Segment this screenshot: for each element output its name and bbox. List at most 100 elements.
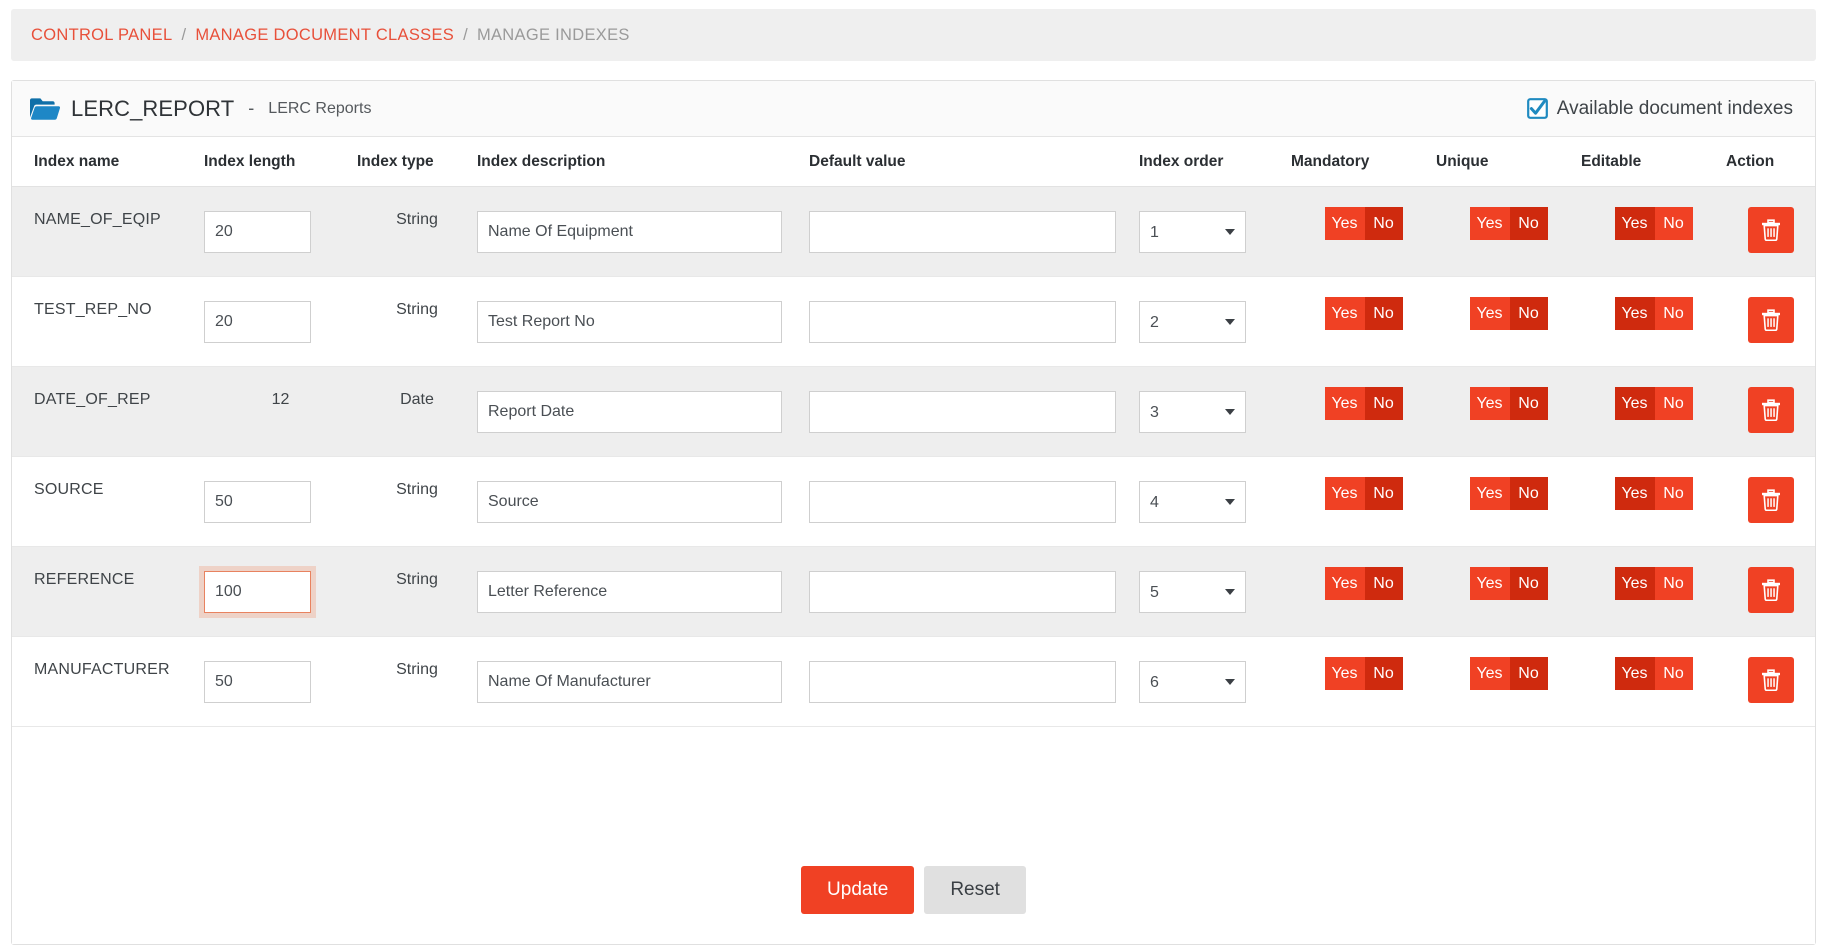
mandatory-no-button[interactable]: No <box>1364 207 1403 240</box>
index-order-select-wrapper[interactable]: 123456 <box>1139 661 1246 703</box>
unique-yes-button[interactable]: Yes <box>1469 387 1510 420</box>
index-length-input[interactable] <box>204 571 311 613</box>
mandatory-toggle[interactable]: Yes No <box>1324 387 1403 420</box>
editable-no-button[interactable]: No <box>1654 387 1693 420</box>
breadcrumb-item-manage-document-classes[interactable]: MANAGE DOCUMENT CLASSES <box>195 26 454 45</box>
unique-toggle[interactable]: Yes No <box>1469 477 1548 510</box>
editable-no-button[interactable]: No <box>1654 477 1693 510</box>
index-description-input[interactable] <box>477 481 782 523</box>
mandatory-yes-button[interactable]: Yes <box>1324 207 1365 240</box>
mandatory-no-button[interactable]: No <box>1364 477 1403 510</box>
editable-toggle[interactable]: Yes No <box>1614 297 1693 330</box>
default-value-input[interactable] <box>809 661 1116 703</box>
unique-yes-button[interactable]: Yes <box>1469 657 1510 690</box>
mandatory-yes-button[interactable]: Yes <box>1324 387 1365 420</box>
unique-toggle[interactable]: Yes No <box>1469 297 1548 330</box>
editable-no-button[interactable]: No <box>1654 207 1693 240</box>
mandatory-toggle[interactable]: Yes No <box>1324 477 1403 510</box>
editable-no-button[interactable]: No <box>1654 657 1693 690</box>
index-length-input[interactable] <box>204 481 311 523</box>
mandatory-toggle[interactable]: Yes No <box>1324 207 1403 240</box>
breadcrumb-item-control-panel[interactable]: CONTROL PANEL <box>31 26 172 45</box>
mandatory-toggle[interactable]: Yes No <box>1324 657 1403 690</box>
editable-yes-button[interactable]: Yes <box>1614 657 1655 690</box>
index-description-input[interactable] <box>477 571 782 613</box>
mandatory-no-button[interactable]: No <box>1364 657 1403 690</box>
checkbox-checked-icon[interactable] <box>1526 98 1548 119</box>
delete-index-button[interactable] <box>1747 207 1794 253</box>
editable-yes-button[interactable]: Yes <box>1614 207 1655 240</box>
editable-yes-button[interactable]: Yes <box>1614 297 1655 330</box>
unique-yes-button[interactable]: Yes <box>1469 477 1510 510</box>
mandatory-toggle[interactable]: Yes No <box>1324 567 1403 600</box>
mandatory-yes-button[interactable]: Yes <box>1324 567 1365 600</box>
available-document-indexes[interactable]: Available document indexes <box>1526 98 1793 120</box>
index-order-select-wrapper[interactable]: 123456 <box>1139 391 1246 433</box>
delete-index-button[interactable] <box>1747 387 1794 433</box>
unique-no-button[interactable]: No <box>1509 297 1548 330</box>
index-description-input[interactable] <box>477 301 782 343</box>
index-order-select[interactable]: 123456 <box>1139 211 1246 253</box>
unique-yes-button[interactable]: Yes <box>1469 207 1510 240</box>
editable-yes-button[interactable]: Yes <box>1614 477 1655 510</box>
delete-index-button[interactable] <box>1747 477 1794 523</box>
unique-no-button[interactable]: No <box>1509 567 1548 600</box>
reset-button[interactable]: Reset <box>924 866 1026 914</box>
index-length-input[interactable] <box>204 211 311 253</box>
index-order-select-wrapper[interactable]: 123456 <box>1139 571 1246 613</box>
mandatory-no-button[interactable]: No <box>1364 297 1403 330</box>
mandatory-yes-button[interactable]: Yes <box>1324 477 1365 510</box>
index-description-input[interactable] <box>477 211 782 253</box>
mandatory-no-button[interactable]: No <box>1364 567 1403 600</box>
index-description-input[interactable] <box>477 391 782 433</box>
editable-toggle[interactable]: Yes No <box>1614 567 1693 600</box>
index-table: Index name Index length Index type Index… <box>12 137 1815 727</box>
delete-index-button[interactable] <box>1747 657 1794 703</box>
unique-toggle[interactable]: Yes No <box>1469 567 1548 600</box>
index-length-input[interactable] <box>204 661 311 703</box>
panel-header: LERC_REPORT - LERC Reports Available doc… <box>12 81 1815 137</box>
unique-no-button[interactable]: No <box>1509 657 1548 690</box>
unique-toggle[interactable]: Yes No <box>1469 387 1548 420</box>
delete-index-button[interactable] <box>1747 297 1794 343</box>
editable-no-button[interactable]: No <box>1654 567 1693 600</box>
editable-toggle[interactable]: Yes No <box>1614 477 1693 510</box>
index-description-input[interactable] <box>477 661 782 703</box>
unique-toggle[interactable]: Yes No <box>1469 207 1548 240</box>
table-row: NAME_OF_EQIP String 123456 Yes No Yes No… <box>12 186 1815 277</box>
index-order-select-wrapper[interactable]: 123456 <box>1139 211 1246 253</box>
update-button[interactable]: Update <box>801 866 915 914</box>
default-value-input[interactable] <box>809 481 1116 523</box>
editable-toggle[interactable]: Yes No <box>1614 207 1693 240</box>
unique-no-button[interactable]: No <box>1509 387 1548 420</box>
default-value-input[interactable] <box>809 391 1116 433</box>
index-order-select[interactable]: 123456 <box>1139 301 1246 343</box>
panel-title-name: LERC Reports <box>268 99 372 117</box>
index-order-select[interactable]: 123456 <box>1139 571 1246 613</box>
mandatory-toggle[interactable]: Yes No <box>1324 297 1403 330</box>
default-value-input[interactable] <box>809 211 1116 253</box>
unique-no-button[interactable]: No <box>1509 477 1548 510</box>
index-order-select-wrapper[interactable]: 123456 <box>1139 481 1246 523</box>
editable-yes-button[interactable]: Yes <box>1614 567 1655 600</box>
index-order-select[interactable]: 123456 <box>1139 661 1246 703</box>
default-value-input[interactable] <box>809 571 1116 613</box>
index-order-select[interactable]: 123456 <box>1139 481 1246 523</box>
unique-toggle[interactable]: Yes No <box>1469 657 1548 690</box>
editable-yes-button[interactable]: Yes <box>1614 387 1655 420</box>
delete-index-button[interactable] <box>1747 567 1794 613</box>
default-value-input[interactable] <box>809 301 1116 343</box>
column-header-index-name: Index name <box>12 137 204 187</box>
index-order-select-wrapper[interactable]: 123456 <box>1139 301 1246 343</box>
unique-no-button[interactable]: No <box>1509 207 1548 240</box>
unique-yes-button[interactable]: Yes <box>1469 567 1510 600</box>
mandatory-no-button[interactable]: No <box>1364 387 1403 420</box>
editable-toggle[interactable]: Yes No <box>1614 657 1693 690</box>
mandatory-yes-button[interactable]: Yes <box>1324 297 1365 330</box>
mandatory-yes-button[interactable]: Yes <box>1324 657 1365 690</box>
index-length-input[interactable] <box>204 301 311 343</box>
unique-yes-button[interactable]: Yes <box>1469 297 1510 330</box>
editable-toggle[interactable]: Yes No <box>1614 387 1693 420</box>
index-order-select[interactable]: 123456 <box>1139 391 1246 433</box>
editable-no-button[interactable]: No <box>1654 297 1693 330</box>
